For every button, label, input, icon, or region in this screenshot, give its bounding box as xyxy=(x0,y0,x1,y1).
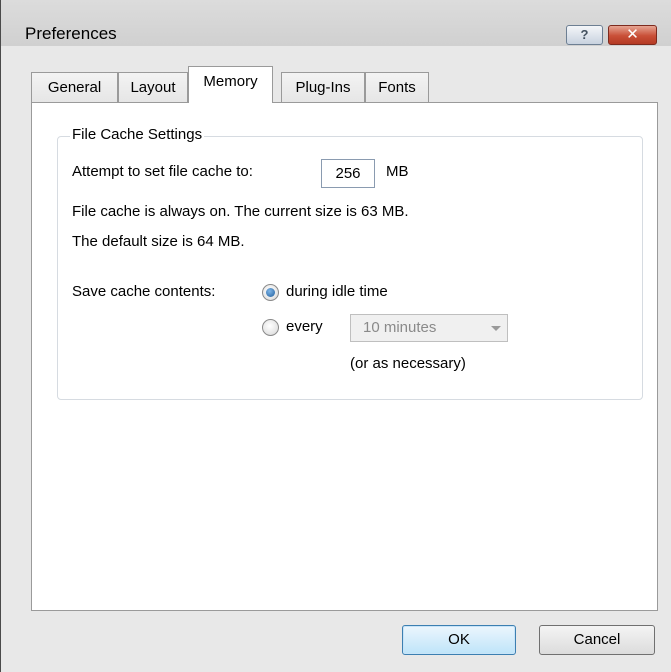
radio-every-label[interactable]: every xyxy=(286,318,323,335)
help-button[interactable]: ? xyxy=(566,25,603,45)
tab-plug-ins[interactable]: Plug-Ins xyxy=(281,72,365,102)
cancel-button[interactable]: Cancel xyxy=(539,625,655,655)
window-title: Preferences xyxy=(25,24,117,43)
radio-idle-time[interactable] xyxy=(262,284,279,301)
current-size-text: File cache is always on. The current siz… xyxy=(72,203,409,220)
title-bar[interactable]: Preferences ? ✕ xyxy=(1,0,671,46)
tab-general[interactable]: General xyxy=(31,72,118,102)
interval-select[interactable]: 10 minutes xyxy=(350,314,508,342)
default-size-text: The default size is 64 MB. xyxy=(72,233,245,250)
help-icon: ? xyxy=(580,27,589,42)
tab-fonts[interactable]: Fonts xyxy=(365,72,429,102)
cache-unit-label: MB xyxy=(386,163,409,180)
save-cache-label: Save cache contents: xyxy=(72,283,216,300)
tab-layout[interactable]: Layout xyxy=(118,72,188,102)
close-icon: ✕ xyxy=(626,26,639,43)
as-necessary-note: (or as necessary) xyxy=(350,355,466,372)
chevron-down-icon xyxy=(491,326,501,331)
close-button[interactable]: ✕ xyxy=(608,25,657,45)
ok-button[interactable]: OK xyxy=(402,625,516,655)
radio-every[interactable] xyxy=(262,319,279,336)
interval-value: 10 minutes xyxy=(363,319,437,336)
radio-selected-dot xyxy=(266,288,275,297)
radio-idle-label[interactable]: during idle time xyxy=(286,283,388,300)
memory-tab-panel: File Cache Settings Attempt to set file … xyxy=(31,102,658,611)
tab-memory[interactable]: Memory xyxy=(188,66,273,103)
cache-size-input[interactable]: 256 xyxy=(321,159,375,188)
group-title: File Cache Settings xyxy=(70,126,205,143)
attempt-label: Attempt to set file cache to: xyxy=(72,163,253,180)
preferences-dialog: Preferences ? ✕ General Layout Memory Pl… xyxy=(0,0,671,672)
